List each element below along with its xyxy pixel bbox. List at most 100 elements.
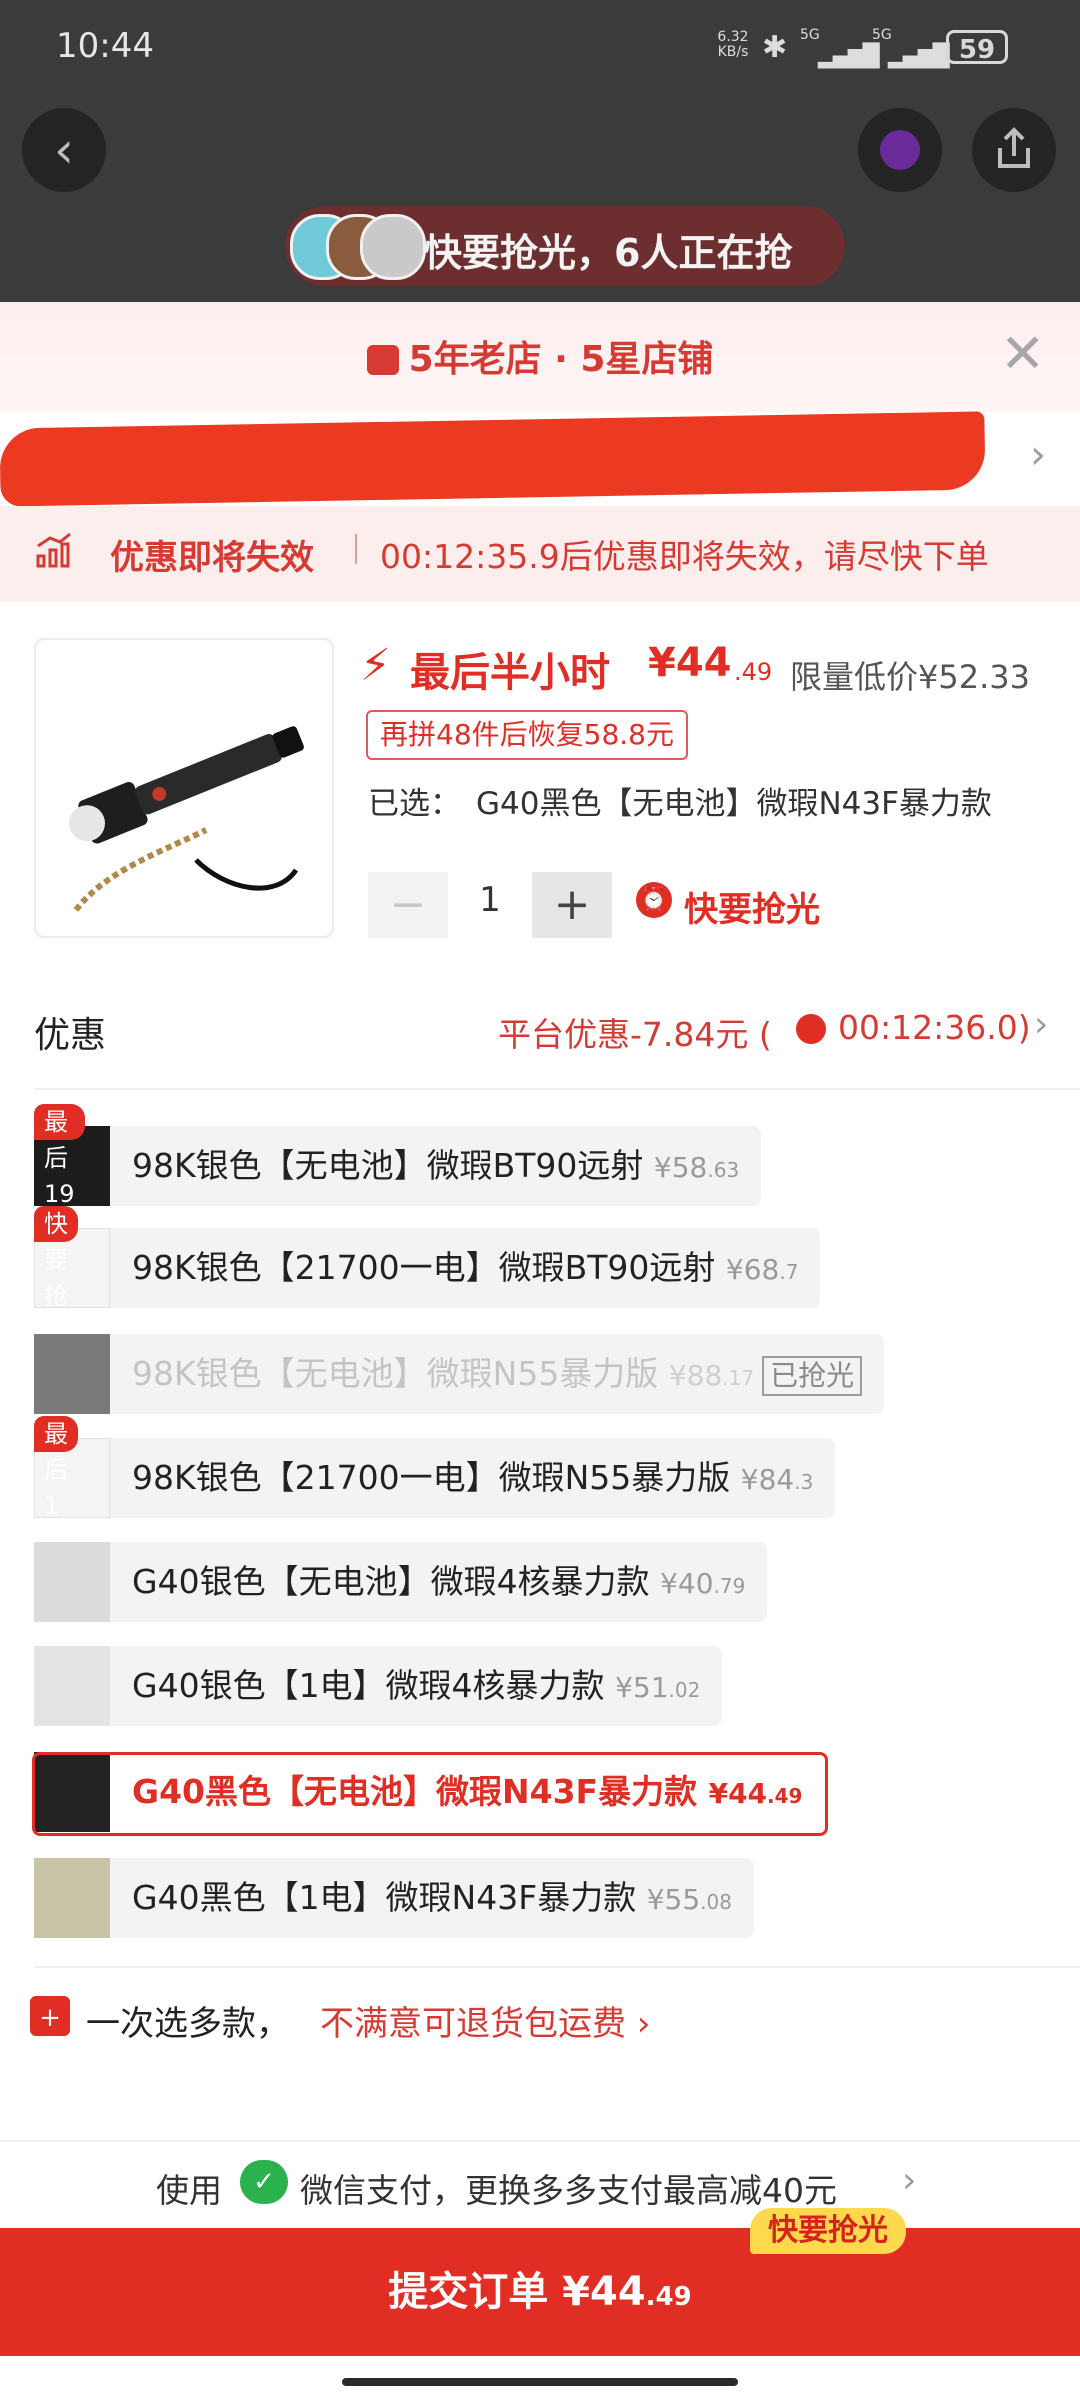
sku-price-int: ¥84 xyxy=(740,1463,795,1496)
sku-thumbnail xyxy=(34,1858,110,1938)
signal-bars-icon: ▂▄▆█ xyxy=(818,44,880,69)
submit-price-decimal: .49 xyxy=(645,2282,692,2312)
store-rating-text: 5年老店 · 5星店铺 xyxy=(408,339,714,380)
clock-icon xyxy=(796,1014,826,1044)
sku-price-dec: .79 xyxy=(713,1574,746,1598)
sku-price-int: ¥55 xyxy=(646,1883,701,1916)
chevron-right-icon: › xyxy=(636,2004,651,2044)
chevron-right-icon[interactable]: › xyxy=(1034,1004,1048,1045)
share-icon-svg xyxy=(998,127,1030,168)
wechat-pay-icon: ✓ xyxy=(240,2160,288,2204)
sku-price: ¥68.7 xyxy=(726,1253,799,1286)
product-price-decimal: .49 xyxy=(734,658,773,686)
store-rating: 5年老店 · 5星店铺 xyxy=(0,330,1080,382)
promo-title: 优惠即将失效 xyxy=(110,538,314,578)
sku-price-int: ¥88 xyxy=(668,1359,723,1392)
price-restore-note: 再拼48件后恢复58.8元 xyxy=(366,710,688,760)
quantity-decrease-button[interactable]: − xyxy=(368,872,448,938)
product-price: ¥44 xyxy=(648,640,732,686)
sku-name: 98K银色【21700一电】微瑕BT90远射 xyxy=(132,1248,716,1287)
bluetooth-icon: ✱ xyxy=(762,30,788,65)
signal-bars-icon-2: ▂▄▆█ xyxy=(888,44,950,69)
sku-name: 98K银色【21700一电】微瑕N55暴力版 xyxy=(132,1458,731,1497)
net-speed: 6.32 KB/s xyxy=(710,30,756,60)
sku-price: ¥88.17 xyxy=(669,1359,754,1392)
sku-price-dec: .02 xyxy=(668,1678,701,1702)
limited-price: 限量低价¥52.33 xyxy=(790,658,1030,696)
battery-icon: 59 xyxy=(946,30,1008,65)
sku-name: G40黑色【1电】微瑕N43F暴力款 xyxy=(132,1878,637,1917)
status-time: 10:44 xyxy=(56,26,154,66)
sku-price-int: ¥58 xyxy=(653,1151,708,1184)
payment-use-label: 使用 xyxy=(156,2171,222,2210)
back-arrow-icon[interactable]: ‹ xyxy=(22,108,106,192)
sku-price-dec: .63 xyxy=(707,1158,740,1182)
sku-price-dec: .7 xyxy=(779,1260,799,1284)
net-speed-value: 6.32 xyxy=(717,29,749,45)
return-policy-text: 不满意可退货包运费 xyxy=(320,2004,626,2044)
share-icon[interactable] xyxy=(972,108,1056,192)
divider xyxy=(0,2140,1080,2142)
grab-text: 快要抢光，6人正在抢 xyxy=(424,231,793,275)
sku-price-dec: .08 xyxy=(700,1890,732,1914)
sku-price-dec: .3 xyxy=(794,1470,814,1494)
multi-select-text: 一次选多款， xyxy=(86,2004,290,2044)
sku-label[interactable]: 98K银色【无电池】微瑕BT90远射 ¥58.63 xyxy=(110,1126,762,1206)
sku-thumbnail xyxy=(34,1542,110,1622)
quantity-value[interactable]: 1 xyxy=(460,880,520,920)
urgency-label: 快要抢光 xyxy=(684,890,820,930)
sku-price: ¥40.79 xyxy=(660,1567,745,1600)
sku-price: ¥55.08 xyxy=(647,1883,732,1916)
sku-name: G40银色【无电池】微瑕4核暴力款 xyxy=(132,1562,650,1601)
trend-chart-icon-svg xyxy=(36,532,71,568)
divider xyxy=(355,534,357,564)
sku-price: ¥58.63 xyxy=(654,1151,739,1184)
submit-order-button[interactable]: 提交订单 ¥44.49 xyxy=(0,2228,1080,2356)
sku-price-dec: .17 xyxy=(722,1366,755,1390)
discount-label: 优惠 xyxy=(34,1015,107,1056)
sku-price-int: ¥51 xyxy=(615,1671,669,1704)
sku-thumbnail xyxy=(34,1334,110,1414)
sku-thumbnail xyxy=(34,1646,110,1726)
stock-tag: 快要抢光 xyxy=(34,1206,78,1346)
return-policy-link[interactable]: 不满意可退货包运费 › xyxy=(320,1996,650,2045)
sku-price-int: ¥68 xyxy=(725,1253,780,1286)
signal-icon: 5G xyxy=(800,27,820,43)
sku-label[interactable]: 98K银色【21700一电】微瑕N55暴力版 ¥84.3 xyxy=(110,1438,836,1518)
selected-sku-border xyxy=(32,1752,828,1836)
buyer-avatar xyxy=(360,214,426,280)
selected-variant: G40黑色【无电池】微瑕N43F暴力款 xyxy=(476,786,992,822)
divider xyxy=(34,1088,1080,1090)
favorite-icon-graphic xyxy=(880,130,920,170)
alarm-clock-icon: ⏰ xyxy=(636,882,672,918)
payment-method-text[interactable]: 微信支付，更换多多支付最高减40元 xyxy=(300,2164,837,2212)
chevron-right-icon[interactable]: › xyxy=(902,2160,916,2201)
quantity-increase-button[interactable]: + xyxy=(532,872,612,938)
discount-value[interactable]: 平台优惠-7.84元 ( xyxy=(498,1008,772,1056)
favorite-icon[interactable] xyxy=(858,108,942,192)
urgency-badge: 快要抢光 xyxy=(750,2208,906,2254)
status-bar: 10:44 6.32 KB/s ✱ 5G ▂▄▆█ 5G ▂▄▆█ 59 xyxy=(0,0,1080,92)
store-icon xyxy=(366,345,399,375)
sku-price: ¥84.3 xyxy=(741,1463,814,1496)
bag-plus-icon: + xyxy=(30,1996,70,2036)
product-image[interactable] xyxy=(34,638,334,938)
sku-label[interactable]: 98K银色【21700一电】微瑕BT90远射 ¥68.7 xyxy=(110,1228,821,1308)
sku-name: 98K银色【无电池】微瑕BT90远射 xyxy=(132,1146,644,1185)
discount-countdown[interactable]: 00:12:36.0) xyxy=(838,1008,1031,1047)
signal-icon-2: 5G xyxy=(872,27,892,43)
sku-label[interactable]: G40银色【1电】微瑕4核暴力款 ¥51.02 xyxy=(110,1646,723,1726)
home-indicator[interactable] xyxy=(342,2378,738,2386)
sku-label[interactable]: G40黑色【1电】微瑕N43F暴力款 ¥55.08 xyxy=(110,1858,754,1938)
sku-name: G40银色【1电】微瑕4核暴力款 xyxy=(132,1666,605,1705)
divider xyxy=(34,1966,1080,1968)
close-icon[interactable]: ✕ xyxy=(1000,322,1045,385)
flashlight-image xyxy=(68,726,304,912)
sku-price-int: ¥40 xyxy=(660,1567,714,1600)
chevron-right-icon[interactable]: › xyxy=(1030,432,1046,478)
sku-name: 98K银色【无电池】微瑕N55暴力版 xyxy=(132,1354,659,1393)
stock-tag: 最后19件 xyxy=(34,1104,85,1244)
promo-countdown: 00:12:35.9后优惠即将失效，请尽快下单 xyxy=(380,537,989,576)
sku-label[interactable]: G40银色【无电池】微瑕4核暴力款 ¥40.79 xyxy=(110,1542,768,1622)
submit-label: 提交订单 ¥44 xyxy=(388,2269,646,2315)
